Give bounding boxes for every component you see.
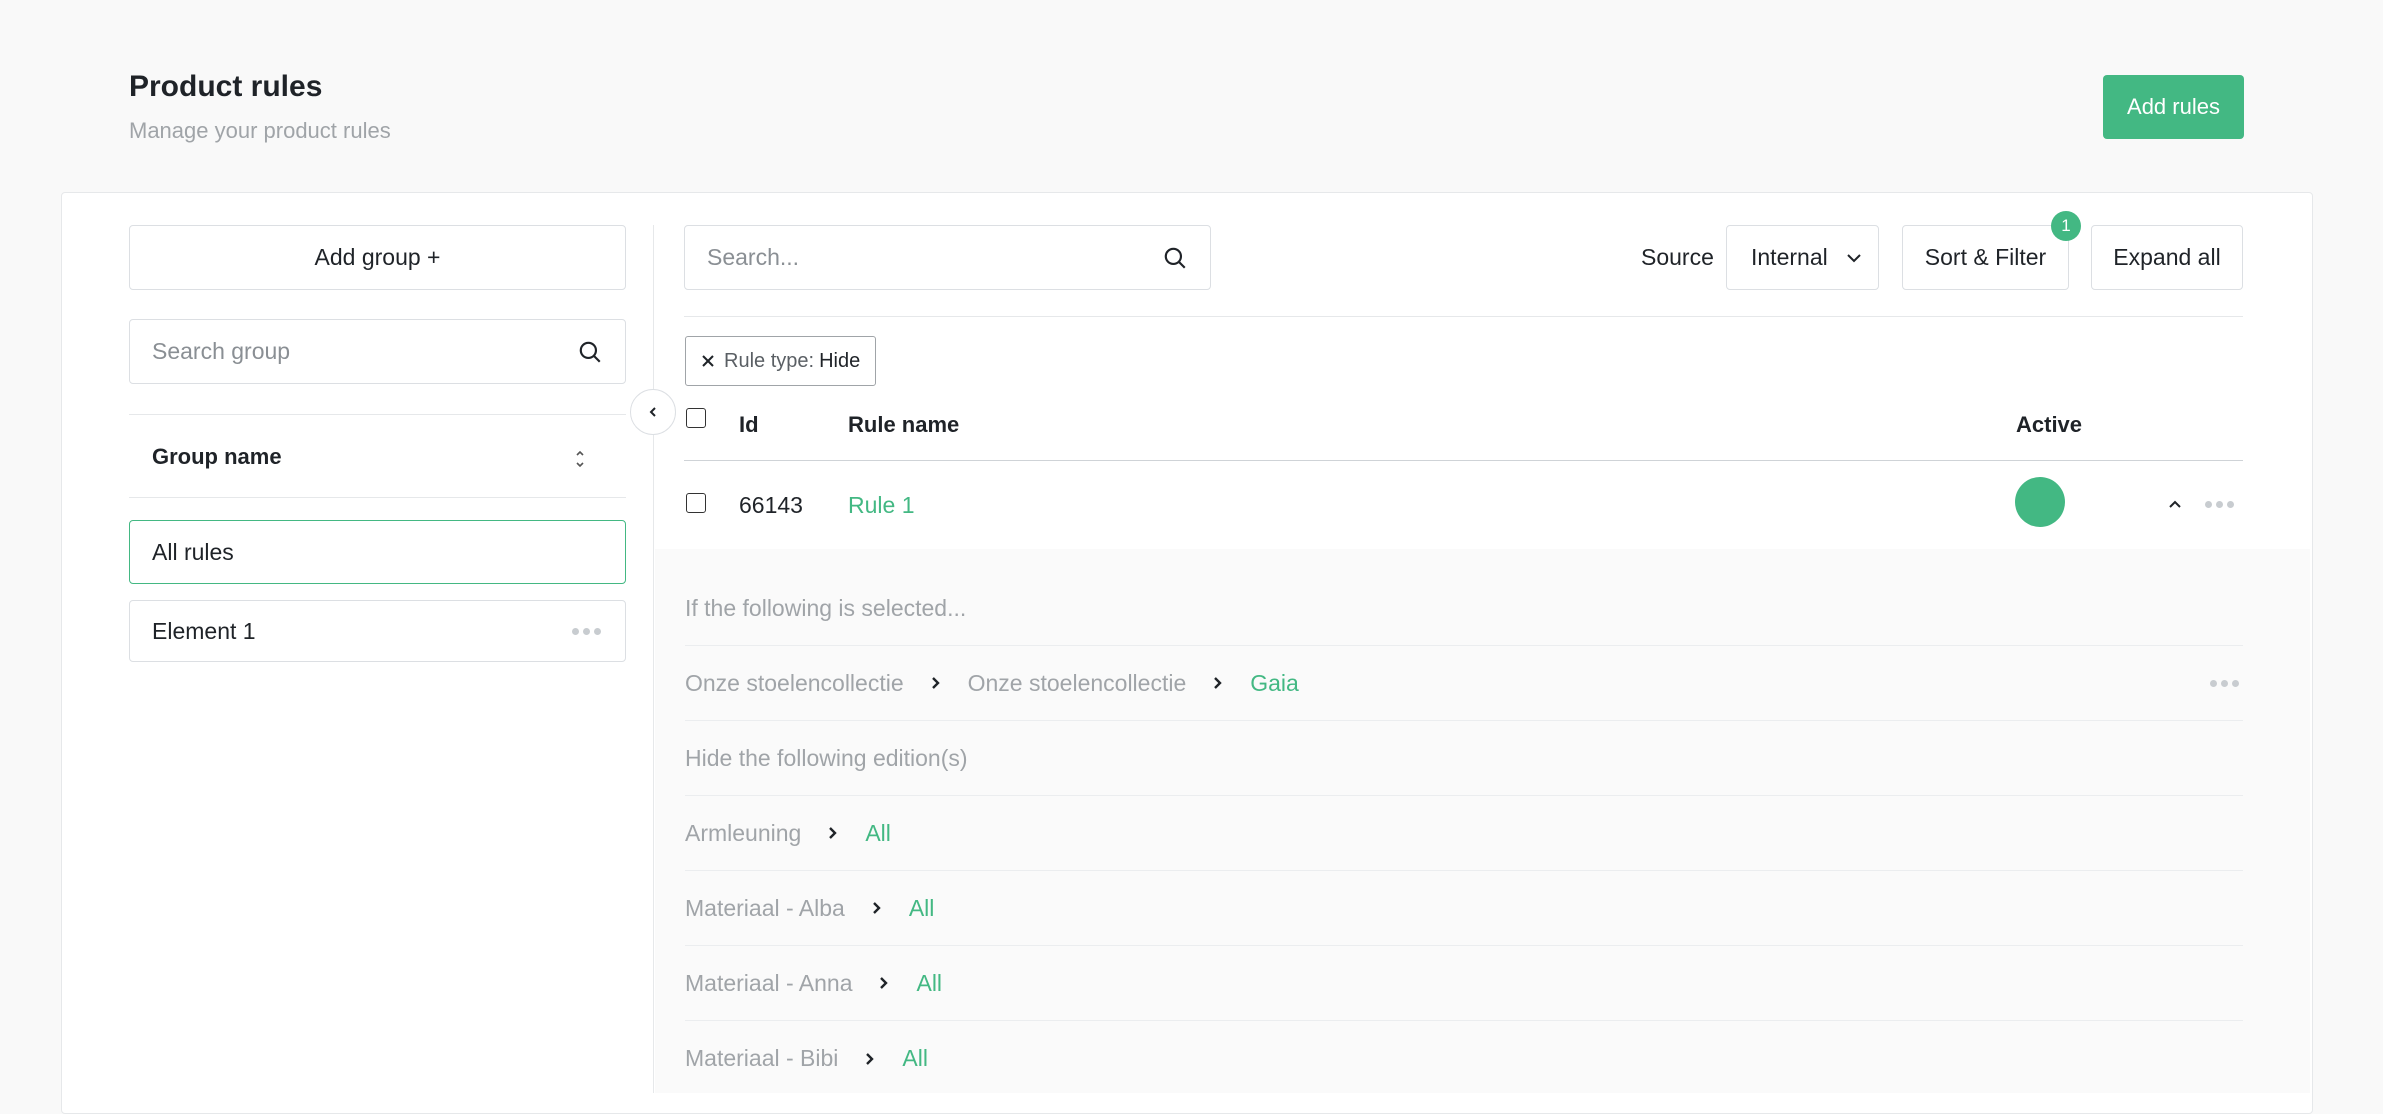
select-all-checkbox[interactable]	[686, 408, 706, 428]
page-title: Product rules	[129, 70, 323, 103]
source-select[interactable]: Internal	[1726, 225, 1879, 290]
filter-chip-rule-type[interactable]: Rule type: Hide	[685, 336, 877, 386]
condition-more-options-icon[interactable]	[2210, 680, 2239, 687]
chevron-right-icon	[1214, 677, 1222, 689]
group-item-all-rules[interactable]: All rules	[129, 520, 626, 584]
column-header-id[interactable]: Id	[739, 412, 759, 438]
table-header-divider	[684, 460, 2243, 461]
expand-all-button[interactable]: Expand all	[2091, 225, 2243, 290]
search-icon	[579, 341, 601, 363]
row-checkbox[interactable]	[686, 493, 706, 513]
row-more-options-icon[interactable]	[2205, 501, 2234, 508]
chevron-right-icon	[931, 677, 940, 689]
chevron-left-icon	[649, 407, 656, 417]
active-status-indicator[interactable]	[2015, 477, 2065, 527]
panel-divider	[653, 225, 654, 1093]
edition-label: Materiaal - Bibi	[685, 1045, 839, 1071]
edition-label: Materiaal - Anna	[685, 969, 853, 996]
search-icon	[1164, 247, 1186, 269]
chevron-up-icon[interactable]	[2166, 497, 2184, 511]
condition-heading-row: If the following is selected...	[685, 571, 2243, 646]
column-header-rule-name[interactable]: Rule name	[848, 412, 959, 438]
rule-name-link[interactable]: Rule 1	[848, 492, 914, 519]
sort-filter-button[interactable]: Sort & Filter	[1902, 225, 2069, 290]
toolbar-divider	[684, 316, 2243, 317]
edition-row: Materiaal - Alba All	[685, 871, 2243, 946]
filter-chip-key: Rule type:	[724, 349, 815, 372]
chevron-right-icon	[829, 827, 838, 839]
close-icon[interactable]	[700, 353, 716, 369]
collapse-sidebar-button[interactable]	[630, 389, 676, 435]
source-label: Source	[1641, 244, 1714, 270]
search-group-placeholder: Search group	[152, 338, 291, 364]
edition-value: All	[902, 1045, 928, 1071]
edition-row: Materiaal - Anna All	[685, 946, 2243, 1021]
source-select-value: Internal	[1751, 244, 1828, 270]
chevron-down-icon	[1847, 254, 1861, 263]
page-subtitle: Manage your product rules	[129, 118, 391, 143]
group-header-bottom-divider	[129, 497, 626, 498]
condition-heading: If the following is selected...	[685, 594, 967, 621]
group-item-label: All rules	[152, 538, 234, 565]
search-group-input[interactable]: Search group	[129, 319, 626, 384]
edition-row: Armleuning All	[685, 796, 2243, 871]
group-item-element-1[interactable]: Element 1	[129, 600, 626, 662]
condition-path-row: Onze stoelencollectie Onze stoelencollec…	[685, 646, 2243, 721]
condition-path-value: Gaia	[1250, 669, 1299, 696]
edition-row: Materiaal - Bibi All	[685, 1021, 2243, 1096]
chevron-right-icon	[880, 977, 889, 989]
chevron-right-icon	[872, 902, 881, 914]
edition-value: All	[908, 894, 935, 921]
search-rules-input[interactable]: Search...	[684, 225, 1211, 290]
condition-path-step: Onze stoelencollectie	[685, 669, 904, 696]
condition-path-step: Onze stoelencollectie	[967, 669, 1187, 696]
filter-chip-value: Hide	[819, 349, 861, 372]
more-options-icon[interactable]	[572, 628, 601, 635]
add-rules-button[interactable]: Add rules	[2103, 75, 2244, 139]
group-item-label: Element 1	[152, 617, 256, 644]
sort-icon[interactable]	[573, 446, 587, 472]
edition-value: All	[865, 819, 891, 846]
add-group-button[interactable]: Add group +	[129, 225, 626, 290]
edition-label: Armleuning	[685, 819, 802, 846]
group-name-header[interactable]: Group name	[152, 444, 282, 470]
column-header-active[interactable]: Active	[2016, 412, 2082, 438]
edition-label: Materiaal - Alba	[685, 894, 845, 921]
rule-id: 66143	[739, 492, 803, 518]
group-header-top-divider	[129, 414, 626, 415]
search-rules-placeholder: Search...	[707, 244, 800, 270]
chevron-right-icon	[866, 1052, 875, 1065]
edition-value: All	[916, 969, 943, 996]
action-heading-row: Hide the following edition(s)	[685, 721, 2243, 796]
filter-count-badge: 1	[2051, 211, 2081, 241]
action-heading: Hide the following edition(s)	[685, 744, 968, 771]
